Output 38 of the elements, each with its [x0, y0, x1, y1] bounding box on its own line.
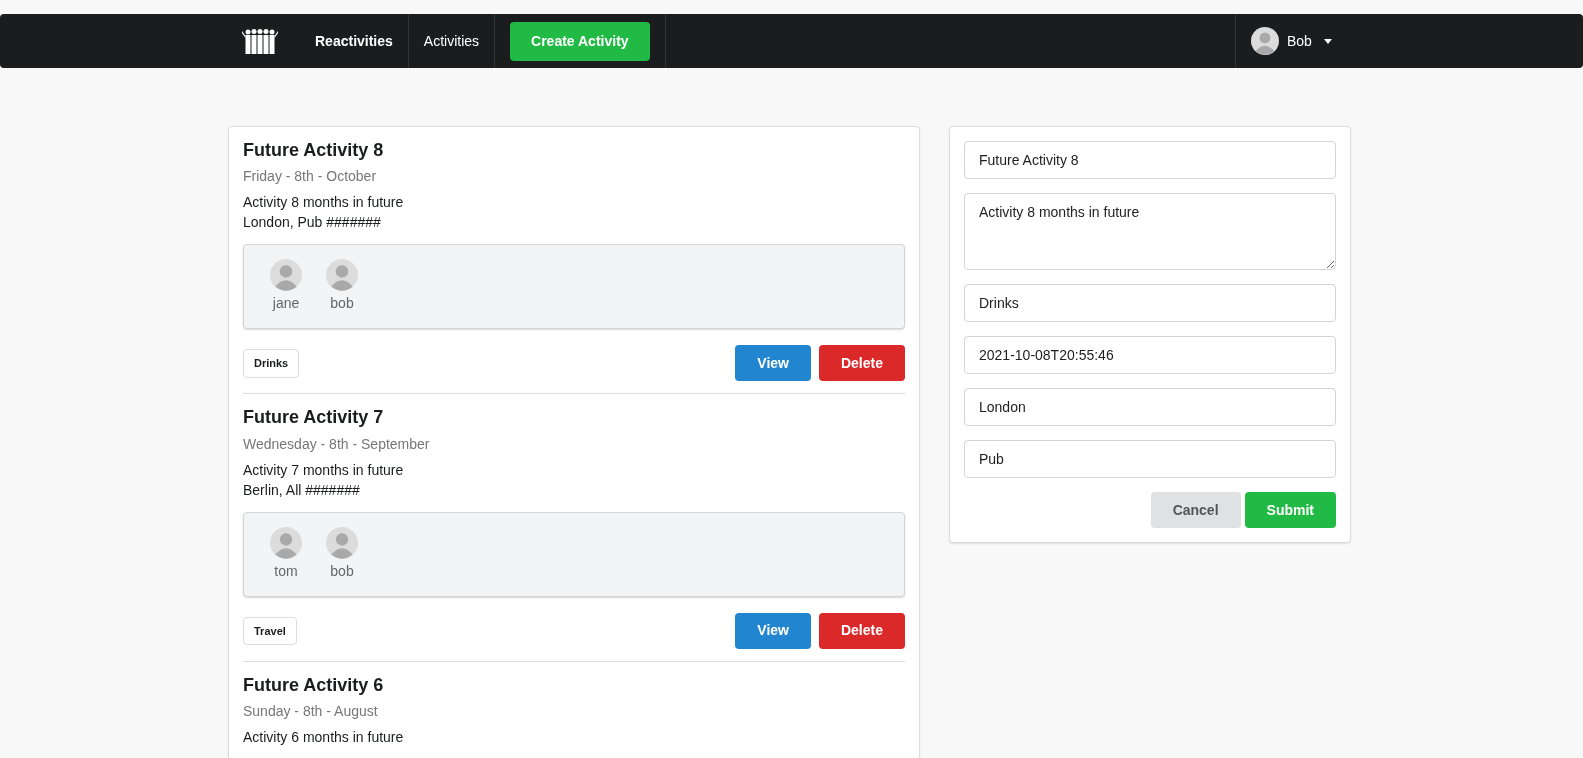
- attendee-avatar-icon: [268, 259, 304, 292]
- category-label: Drinks: [243, 349, 300, 378]
- activity-title[interactable]: Future Activity 8: [243, 139, 905, 163]
- user-name[interactable]: Bob: [1287, 30, 1312, 52]
- text-input-field[interactable]: 2021-10-08T20:55:46: [964, 336, 1336, 374]
- activity-date: Sunday - 8th - August: [243, 702, 379, 722]
- view-button[interactable]: View: [735, 612, 811, 649]
- user-avatar-icon: [1251, 27, 1279, 55]
- activity-description: Activity 8 months in future: [243, 193, 405, 213]
- text-input-field[interactable]: Future Activity 8: [964, 141, 1336, 179]
- category-label: Travel: [243, 616, 297, 646]
- attendee-name: jane: [272, 294, 300, 314]
- attendee-avatar-icon: [324, 526, 360, 559]
- activity-title[interactable]: Future Activity 6: [243, 673, 905, 698]
- activity-date: Friday - 8th - October: [243, 167, 378, 187]
- description-textarea[interactable]: Activity 8 months in future: [964, 193, 1336, 270]
- delete-button[interactable]: Delete: [818, 612, 905, 649]
- attendee-name: bob: [330, 294, 354, 314]
- activity-title[interactable]: Future Activity 7: [243, 406, 905, 430]
- brand-link[interactable]: Reactivities: [300, 14, 409, 68]
- people-group-logo-icon[interactable]: [242, 28, 278, 54]
- activity-description: Activity 7 months in future: [243, 460, 405, 480]
- text-input-field[interactable]: Drinks: [964, 284, 1336, 322]
- text-input-field[interactable]: London: [964, 388, 1336, 426]
- attendee-name: bob: [330, 561, 354, 581]
- delete-button[interactable]: Delete: [818, 345, 905, 382]
- activity-date: Wednesday - 8th - September: [243, 434, 431, 454]
- attendee-avatar-icon: [268, 526, 304, 559]
- activity-description: Activity 6 months in future: [243, 728, 405, 748]
- nav-link[interactable]: Activities: [408, 14, 496, 68]
- attendee-name: tom: [274, 561, 298, 581]
- cancel-button[interactable]: Cancel: [1150, 492, 1241, 528]
- activity-location: Berlin, All #######: [243, 480, 361, 500]
- attendee-avatar-icon: [324, 259, 360, 292]
- activity-location: London, Pub #######: [243, 213, 382, 233]
- text-input-field[interactable]: Pub: [964, 440, 1336, 478]
- caret-icon[interactable]: [1323, 38, 1332, 44]
- view-button[interactable]: View: [735, 345, 811, 382]
